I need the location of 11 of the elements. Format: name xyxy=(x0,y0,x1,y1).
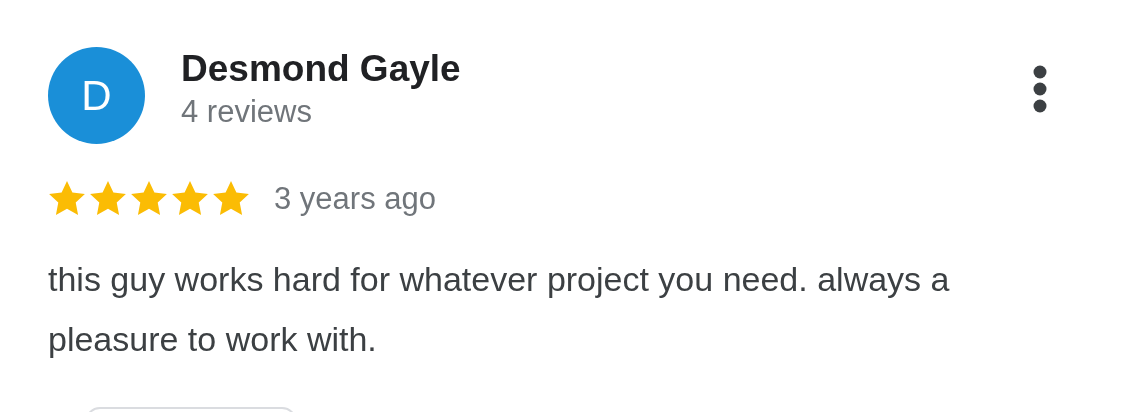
star-icon xyxy=(171,180,209,217)
review-count: 4 reviews xyxy=(181,93,313,131)
review-text: this guy works hard for whatever project you need. always a pleasure to work with. xyxy=(48,259,951,360)
avatar: D xyxy=(48,47,145,144)
star-icon xyxy=(130,180,168,217)
star-icon xyxy=(89,180,127,217)
more-icon[interactable] xyxy=(1032,64,1048,114)
star-icon xyxy=(212,180,250,217)
review-time: 3 years ago xyxy=(274,180,436,217)
star-icon xyxy=(48,180,86,217)
author-name: Desmond Gayle xyxy=(181,47,461,91)
